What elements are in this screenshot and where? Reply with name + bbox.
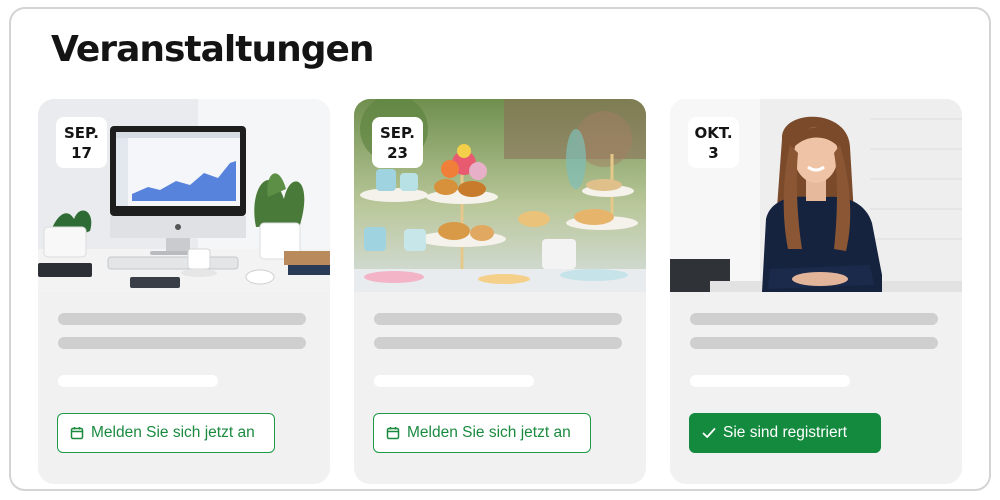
- description-placeholder-line: [690, 337, 938, 349]
- check-icon: [702, 428, 716, 438]
- event-card: SEP. 17 Melden Sie sich jetzt an: [38, 99, 330, 484]
- calendar-icon: [70, 427, 84, 440]
- date-month: OKT.: [694, 123, 733, 142]
- register-button[interactable]: Melden Sie sich jetzt an: [57, 413, 275, 453]
- date-badge: OKT. 3: [688, 117, 739, 168]
- events-panel: Veranstaltungen SEP. 17 Melden Sie sich …: [9, 7, 991, 491]
- meta-placeholder-line: [690, 375, 850, 387]
- date-day: 23: [387, 143, 408, 162]
- date-month: SEP.: [64, 123, 99, 142]
- event-card: SEP. 23 Melden Sie sich jetzt an: [354, 99, 646, 484]
- date-day: 3: [708, 143, 719, 162]
- description-placeholder-line: [374, 313, 622, 325]
- registered-button-label: Sie sind registriert: [723, 424, 848, 441]
- register-button-label: Melden Sie sich jetzt an: [407, 424, 571, 441]
- event-card: OKT. 3 Sie sind registriert: [670, 99, 962, 484]
- register-button-label: Melden Sie sich jetzt an: [91, 424, 255, 441]
- meta-placeholder-line: [58, 375, 218, 387]
- description-placeholder-line: [58, 313, 306, 325]
- date-badge: SEP. 17: [56, 117, 107, 168]
- date-day: 17: [71, 143, 92, 162]
- description-placeholder-line: [690, 313, 938, 325]
- registered-button[interactable]: Sie sind registriert: [689, 413, 881, 453]
- page-title: Veranstaltungen: [51, 29, 375, 70]
- date-month: SEP.: [380, 123, 415, 142]
- description-placeholder-line: [374, 337, 622, 349]
- date-badge: SEP. 23: [372, 117, 423, 168]
- meta-placeholder-line: [374, 375, 534, 387]
- calendar-icon: [386, 427, 400, 440]
- register-button[interactable]: Melden Sie sich jetzt an: [373, 413, 591, 453]
- description-placeholder-line: [58, 337, 306, 349]
